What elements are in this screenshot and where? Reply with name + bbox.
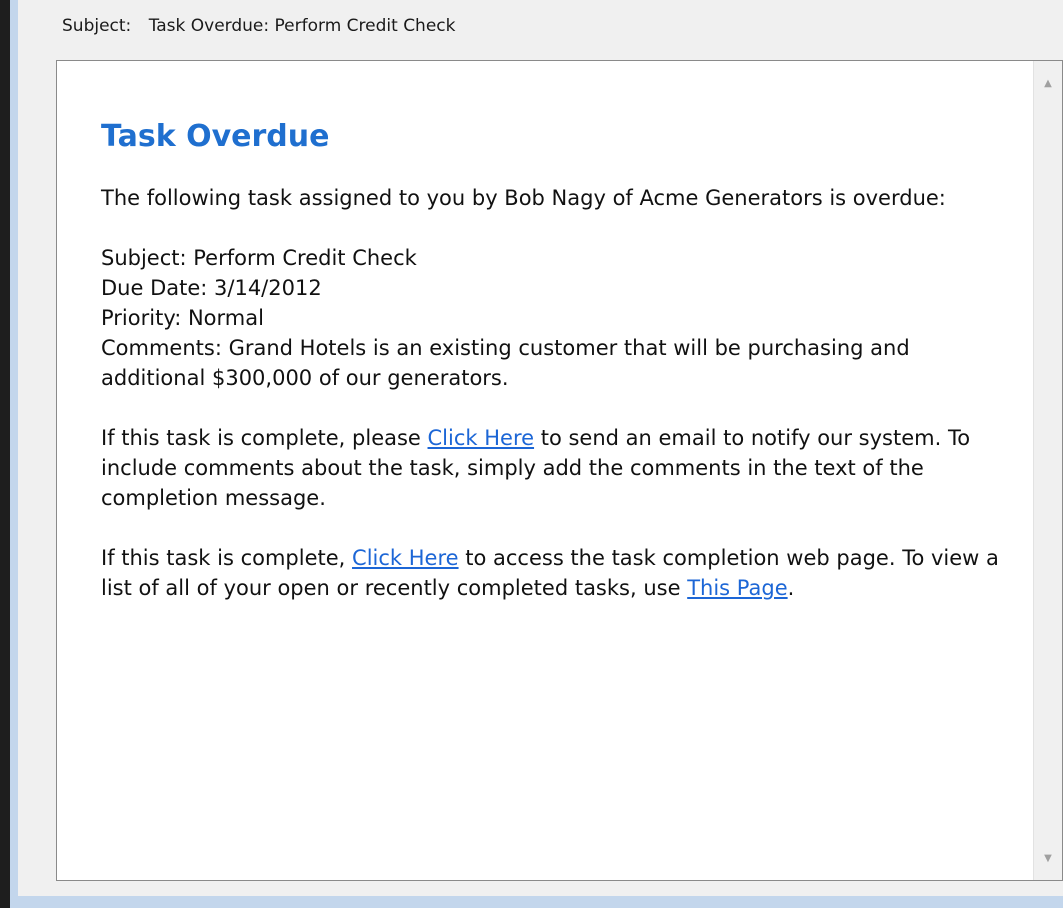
web-text-after: .	[787, 576, 795, 600]
message-title: Task Overdue	[101, 119, 330, 154]
window-left-edge	[0, 0, 10, 908]
detail-due-date: Due Date: 3/14/2012	[101, 276, 322, 300]
this-page-link[interactable]: This Page	[687, 576, 787, 600]
email-completion-paragraph: If this task is complete, please Click H…	[101, 423, 1001, 513]
web-text-before: If this task is complete,	[101, 546, 353, 570]
message-window: Subject: Task Overdue: Perform Credit Ch…	[18, 0, 1063, 896]
detail-subject: Subject: Perform Credit Check	[101, 246, 417, 270]
message-body-pane[interactable]: Task Overdue The following task assigned…	[56, 60, 1063, 881]
email-click-here-link[interactable]: Click Here	[428, 426, 535, 450]
scroll-down-arrow-icon[interactable]: ▼	[1034, 844, 1062, 872]
intro-paragraph: The following task assigned to you by Bo…	[101, 186, 946, 210]
web-click-here-link[interactable]: Click Here	[352, 546, 459, 570]
subject-value: Task Overdue: Perform Credit Check	[148, 16, 456, 36]
subject-label: Subject:	[62, 16, 132, 36]
detail-comments: Comments: Grand Hotels is an existing cu…	[101, 336, 910, 390]
vertical-scrollbar[interactable]: ▲ ▼	[1033, 61, 1062, 880]
web-completion-paragraph: If this task is complete, Click Here to …	[101, 543, 1001, 603]
message-content: Task Overdue The following task assigned…	[101, 117, 1001, 633]
email-text-before: If this task is complete, please	[101, 426, 428, 450]
scroll-up-arrow-icon[interactable]: ▲	[1034, 69, 1062, 97]
subject-header: Subject: Task Overdue: Perform Credit Ch…	[62, 16, 455, 36]
task-details: Subject: Perform Credit Check Due Date: …	[101, 243, 1001, 393]
detail-priority: Priority: Normal	[101, 306, 264, 330]
